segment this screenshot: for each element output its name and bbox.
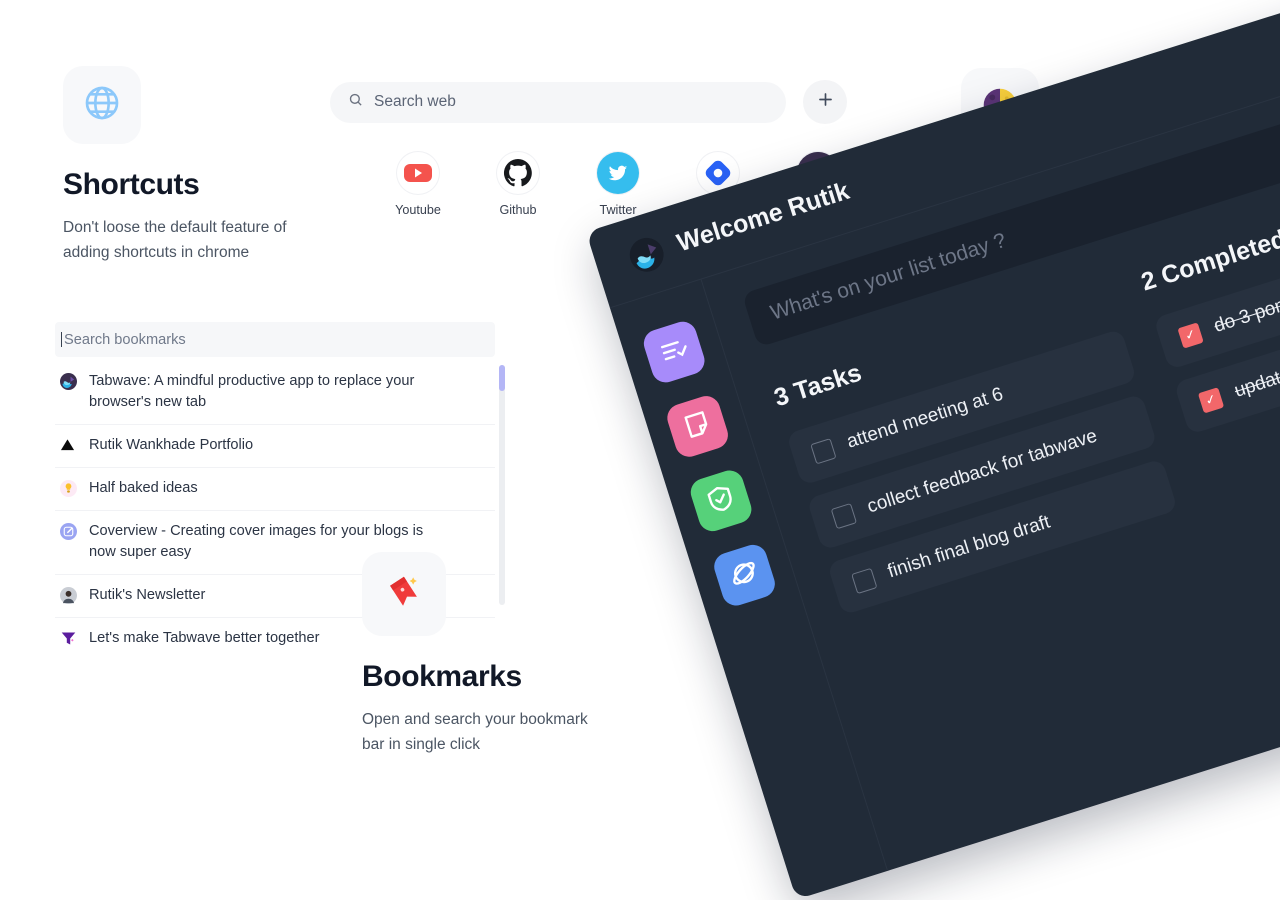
funnel-favicon: [60, 630, 77, 647]
task-checkbox-checked[interactable]: ✓: [1197, 386, 1225, 414]
github-icon: [497, 152, 539, 194]
bookmark-title: Half baked ideas: [89, 479, 198, 496]
tabwave-icon: [625, 233, 668, 276]
task-label: do 3 pomodoros: [1211, 275, 1280, 337]
notes-icon: [678, 405, 717, 447]
pending-tasks-column: 3 Tasks attend meeting at 6 collect feed…: [771, 280, 1182, 629]
sidebar-item-tasks[interactable]: [639, 318, 708, 387]
triangle-favicon: [60, 437, 77, 454]
search-placeholder: Search web: [374, 93, 456, 110]
bookmark-ribbon-icon: [382, 570, 426, 619]
shortcut-item-twitter[interactable]: Twitter: [588, 152, 648, 217]
list-item[interactable]: Half baked ideas: [55, 468, 495, 511]
bookmark-title: Rutik Wankhade Portfolio: [89, 436, 254, 453]
focus-shield-icon: [701, 480, 740, 522]
plus-icon: [816, 90, 835, 114]
feature-card-shortcuts: Shortcuts Don't loose the default featur…: [63, 66, 323, 266]
sidebar-item-focus[interactable]: [686, 467, 755, 535]
youtube-icon: [397, 152, 439, 194]
search-input[interactable]: Search web: [330, 81, 786, 123]
bookmarks-tile: [362, 552, 446, 636]
sidebar-item-notes[interactable]: [663, 392, 732, 461]
globe-icon: [82, 83, 122, 128]
lightbulb-favicon: [60, 479, 77, 497]
bookmark-title: Rutik's Newsletter: [89, 586, 206, 603]
feature-card-bookmarks: Bookmarks Open and search your bookmark …: [362, 552, 612, 758]
list-item[interactable]: Tabwave: A mindful productive app to rep…: [55, 361, 495, 425]
shortcut-label: Twitter: [599, 203, 637, 217]
task-checkbox[interactable]: [810, 437, 837, 464]
page-title-shortcuts: Shortcuts: [63, 168, 200, 201]
pencil-square-favicon: [60, 522, 77, 540]
shortcut-label: Youtube: [395, 203, 441, 217]
bookmark-search-placeholder: Search bookmarks: [64, 331, 186, 348]
avatar-favicon: [60, 586, 77, 604]
tasks-icon: [654, 331, 693, 373]
shortcut-item-github[interactable]: Github: [488, 152, 548, 217]
bookmark-search-input[interactable]: Search bookmarks: [55, 322, 495, 357]
tabwave-favicon: [60, 373, 77, 390]
search-icon: [348, 92, 363, 112]
scrollbar-thumb[interactable]: [499, 365, 505, 391]
page-title-bookmarks: Bookmarks: [362, 660, 522, 693]
task-checkbox-checked[interactable]: ✓: [1177, 321, 1204, 349]
shortcut-item-youtube[interactable]: Youtube: [388, 152, 448, 217]
bookmark-title: Tabwave: A mindful productive app to rep…: [89, 373, 415, 411]
sidebar-item-explore[interactable]: [710, 541, 778, 610]
shortcut-label: Github: [499, 203, 537, 217]
add-shortcut-button[interactable]: [803, 80, 847, 124]
bookmark-title: Let's make Tabwave better together: [89, 629, 320, 646]
task-checkbox[interactable]: [850, 567, 878, 594]
shortcuts-description: Don't loose the default feature of addin…: [63, 219, 287, 262]
task-checkbox[interactable]: [830, 502, 857, 529]
planet-icon: [724, 554, 763, 596]
shortcuts-tile: [63, 66, 141, 144]
twitter-icon: [597, 152, 639, 194]
bookmarks-description: Open and search your bookmark bar in sin…: [362, 711, 588, 754]
list-item[interactable]: Rutik Wankhade Portfolio: [55, 425, 495, 468]
text-caret: [61, 332, 62, 347]
dark-app-preview: Welcome Rutik January 1: [586, 0, 1280, 900]
search-row: Search web: [330, 80, 847, 124]
